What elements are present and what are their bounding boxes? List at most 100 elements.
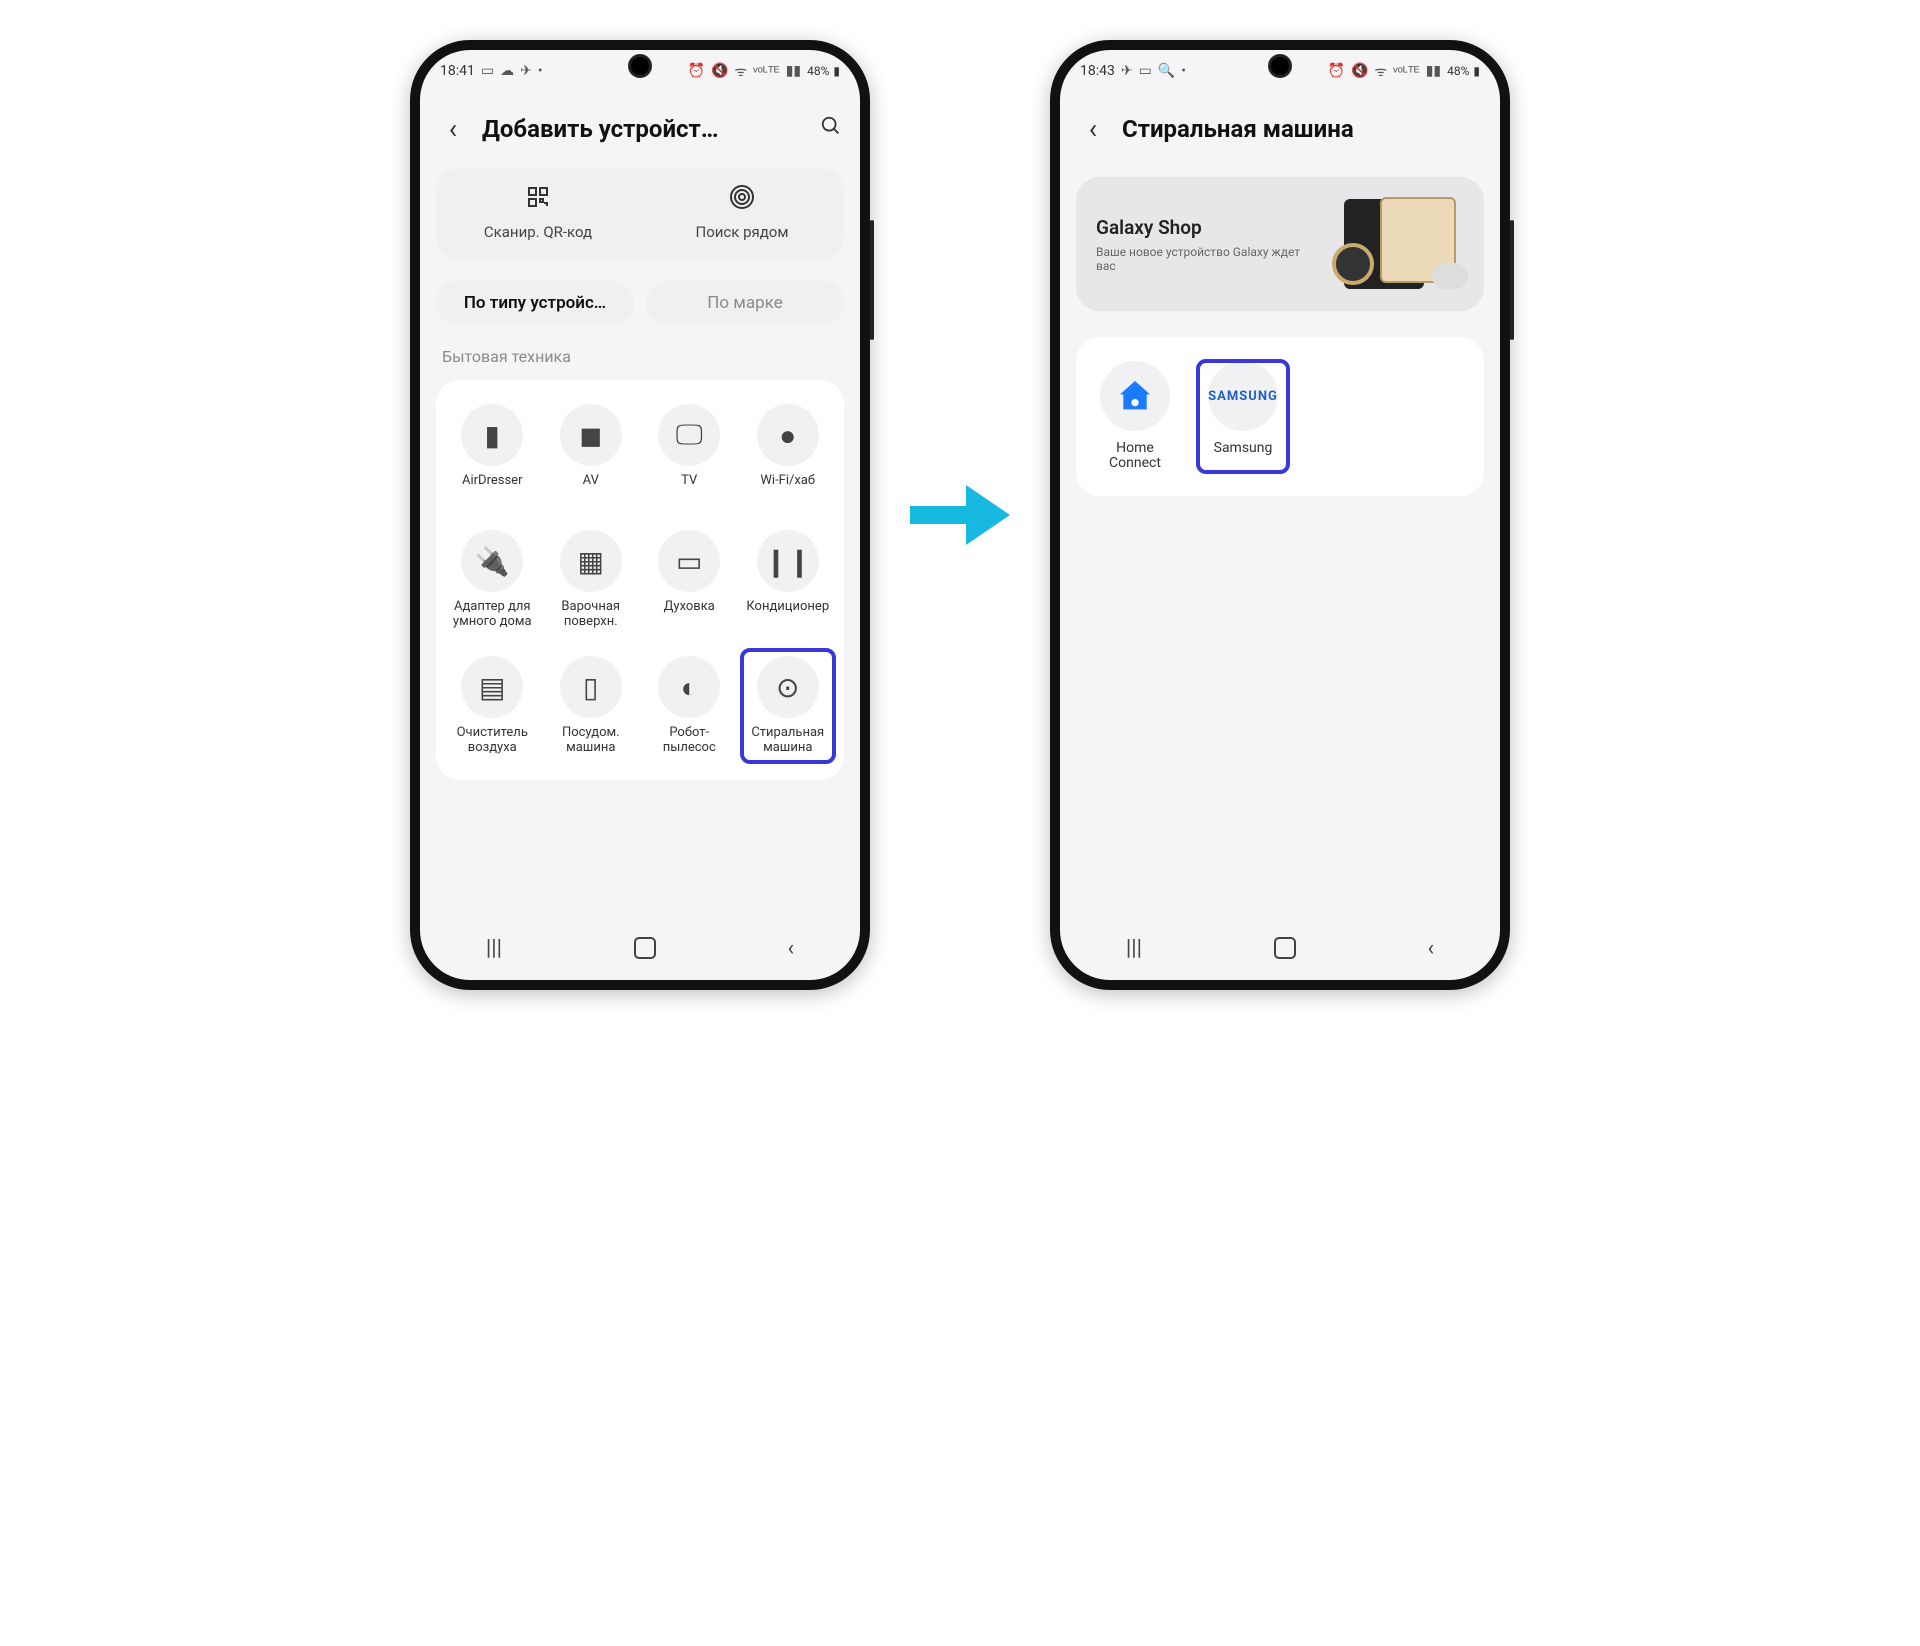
device-label: AirDresser bbox=[462, 474, 522, 504]
alarm-icon: ⏰ bbox=[1328, 63, 1345, 79]
status-icon: • bbox=[538, 63, 543, 79]
banner-devices bbox=[1317, 199, 1464, 289]
purifier-icon: ▤ bbox=[461, 656, 523, 718]
device-ac[interactable]: ❙❙ Кондиционер bbox=[742, 524, 835, 636]
qr-icon bbox=[526, 185, 550, 215]
status-icon: ✈ bbox=[520, 63, 532, 79]
status-time: 18:43 bbox=[1080, 63, 1115, 79]
tab-by-brand[interactable]: По марке bbox=[646, 281, 844, 325]
banner-watch-icon bbox=[1332, 243, 1374, 285]
device-cooktop[interactable]: ▦ Варочная поверхн. bbox=[545, 524, 638, 636]
flow-arrow-icon bbox=[910, 480, 1010, 550]
nearby-label: Поиск рядом bbox=[696, 223, 789, 241]
hub-icon: ● bbox=[757, 404, 819, 466]
device-label: Стиральная машина bbox=[744, 726, 833, 756]
cooktop-icon: ▦ bbox=[560, 530, 622, 592]
tv-icon: 🖵 bbox=[658, 404, 720, 466]
back-button[interactable]: ‹ bbox=[1078, 112, 1108, 145]
section-household: Бытовая техника bbox=[420, 331, 860, 370]
nearby-button[interactable]: Поиск рядом bbox=[640, 169, 844, 259]
device-tv[interactable]: 🖵 TV bbox=[643, 398, 736, 510]
device-label: Wi-Fi/хаб bbox=[760, 474, 815, 504]
usb-icon: 🔌 bbox=[461, 530, 523, 592]
lte-icon: ᵛᵒᴸᵀᴱ bbox=[753, 63, 780, 80]
washer-icon: ⊙ bbox=[757, 656, 819, 718]
recents-button[interactable]: ||| bbox=[486, 936, 502, 961]
brand-samsung[interactable]: SAMSUNG Samsung bbox=[1198, 361, 1288, 472]
battery-percent: 48% bbox=[807, 64, 829, 78]
android-navbar: ||| ‹ bbox=[1060, 922, 1500, 980]
banner-title: Galaxy Shop bbox=[1096, 216, 1317, 239]
status-time: 18:41 bbox=[440, 63, 475, 79]
robot-icon: ◐ bbox=[658, 656, 720, 718]
quick-actions: Сканир. QR-код Поиск рядом bbox=[436, 169, 844, 259]
back-nav-button[interactable]: ‹ bbox=[1428, 936, 1435, 961]
page-title: Стиральная машина bbox=[1122, 115, 1482, 143]
galaxy-shop-banner[interactable]: Galaxy Shop Ваше новое устройство Galaxy… bbox=[1076, 177, 1484, 311]
dishwasher-icon: ▯ bbox=[560, 656, 622, 718]
mute-icon: 🔇 bbox=[711, 63, 728, 79]
device-robot-vacuum[interactable]: ◐ Робот-пылесос bbox=[643, 650, 736, 762]
airdresser-icon: ▮ bbox=[461, 404, 523, 466]
device-label: TV bbox=[681, 474, 697, 504]
brand-label: Samsung bbox=[1214, 441, 1273, 456]
scan-qr-button[interactable]: Сканир. QR-код bbox=[436, 169, 640, 259]
recents-button[interactable]: ||| bbox=[1126, 936, 1142, 961]
device-adapter[interactable]: 🔌 Адаптер для умного дома bbox=[446, 524, 539, 636]
status-icon: ✈ bbox=[1121, 63, 1133, 79]
battery-icon: ▮ bbox=[1473, 64, 1480, 78]
back-button[interactable]: ‹ bbox=[438, 112, 468, 145]
brand-home-connect[interactable]: Home Connect bbox=[1090, 361, 1180, 472]
device-label: AV bbox=[583, 474, 599, 504]
search-button[interactable] bbox=[820, 115, 842, 143]
lte-icon: ᵛᵒᴸᵀᴱ bbox=[1393, 63, 1420, 80]
home-button[interactable] bbox=[634, 937, 656, 959]
nearby-icon bbox=[730, 185, 754, 215]
battery-percent: 48% bbox=[1447, 64, 1469, 78]
status-icon: ▭ bbox=[481, 63, 494, 79]
speaker-icon: ◼ bbox=[560, 404, 622, 466]
battery-icon: ▮ bbox=[833, 64, 840, 78]
device-label: Очиститель воздуха bbox=[448, 726, 537, 756]
camera-notch bbox=[1268, 54, 1292, 78]
device-washer[interactable]: ⊙ Стиральная машина bbox=[742, 650, 835, 762]
wifi-icon: ᯤ bbox=[734, 62, 747, 81]
tab-by-type[interactable]: По типу устройс… bbox=[436, 281, 634, 325]
status-icon: ▭ bbox=[1139, 63, 1152, 79]
device-dishwasher[interactable]: ▯ Посудом. машина bbox=[545, 650, 638, 762]
wifi-icon: ᯤ bbox=[1374, 62, 1387, 81]
brand-grid: Home Connect SAMSUNG Samsung bbox=[1076, 337, 1484, 496]
banner-buds-icon bbox=[1432, 263, 1468, 289]
device-grid: ▮ AirDresser ◼ AV 🖵 TV ● Wi-Fi/хаб bbox=[436, 380, 844, 780]
home-connect-icon bbox=[1100, 361, 1170, 431]
oven-icon: ▭ bbox=[658, 530, 720, 592]
back-nav-button[interactable]: ‹ bbox=[788, 936, 795, 961]
phone-right: 18:43 ✈ ▭ 🔍 • ⏰ 🔇 ᯤ ᵛᵒᴸᵀᴱ ▮▮ 48%▮ ‹ Стир… bbox=[1050, 40, 1510, 990]
device-oven[interactable]: ▭ Духовка bbox=[643, 524, 736, 636]
banner-subtitle: Ваше новое устройство Galaxy ждет вас bbox=[1096, 245, 1317, 273]
page-title: Добавить устройст… bbox=[482, 115, 806, 143]
signal-icon: ▮▮ bbox=[786, 63, 801, 79]
home-button[interactable] bbox=[1274, 937, 1296, 959]
screen-washer-brands: 18:43 ✈ ▭ 🔍 • ⏰ 🔇 ᯤ ᵛᵒᴸᵀᴱ ▮▮ 48%▮ ‹ Стир… bbox=[1060, 50, 1500, 980]
status-icon: 🔍 bbox=[1158, 63, 1175, 79]
samsung-logo: SAMSUNG bbox=[1208, 361, 1278, 431]
android-navbar: ||| ‹ bbox=[420, 922, 860, 980]
mute-icon: 🔇 bbox=[1351, 63, 1368, 79]
brand-label: Home Connect bbox=[1090, 441, 1180, 472]
device-airdresser[interactable]: ▮ AirDresser bbox=[446, 398, 539, 510]
device-av[interactable]: ◼ AV bbox=[545, 398, 638, 510]
device-label: Посудом. машина bbox=[547, 726, 636, 756]
camera-notch bbox=[628, 54, 652, 78]
ac-icon: ❙❙ bbox=[757, 530, 819, 592]
scan-qr-label: Сканир. QR-код bbox=[484, 223, 592, 241]
device-label: Кондиционер bbox=[746, 600, 829, 630]
device-purifier[interactable]: ▤ Очиститель воздуха bbox=[446, 650, 539, 762]
device-wifi-hub[interactable]: ● Wi-Fi/хаб bbox=[742, 398, 835, 510]
phone-left: 18:41 ▭ ☁ ✈ • ⏰ 🔇 ᯤ ᵛᵒᴸᵀᴱ ▮▮ 48% ▮ ‹ Доба… bbox=[410, 40, 870, 990]
device-label: Адаптер для умного дома bbox=[448, 600, 537, 630]
device-label: Духовка bbox=[664, 600, 715, 630]
device-label: Варочная поверхн. bbox=[547, 600, 636, 630]
status-icon: ☁ bbox=[500, 63, 514, 79]
alarm-icon: ⏰ bbox=[688, 63, 705, 79]
